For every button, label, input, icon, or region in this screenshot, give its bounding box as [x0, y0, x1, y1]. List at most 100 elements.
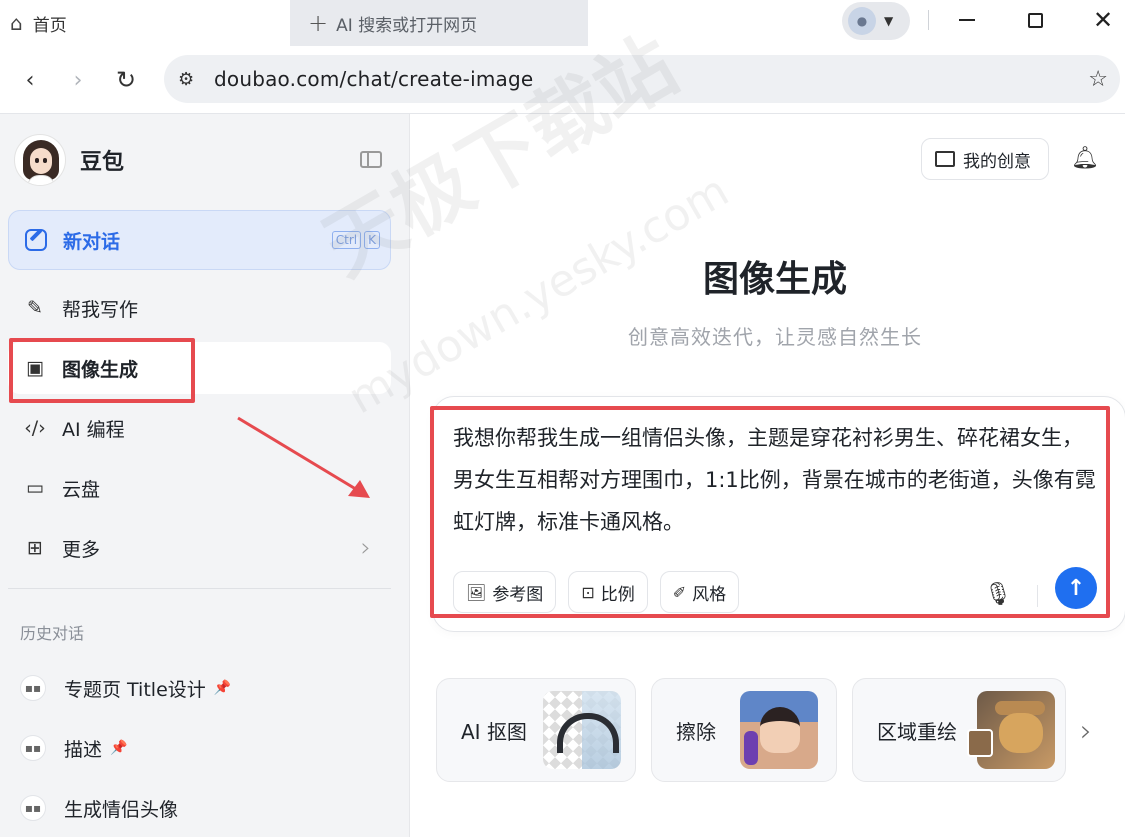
- sidebar-item-cloud-drive[interactable]: ▭ 云盘: [8, 462, 391, 514]
- feature-card-label: 擦除: [676, 719, 716, 744]
- image-add-icon: 🖼︎: [466, 582, 487, 602]
- pen-sparkle-icon: ✎: [27, 297, 43, 319]
- sidebar-item-label: 帮我写作: [62, 298, 139, 321]
- brand-name: 豆包: [80, 150, 125, 175]
- my-creations-button[interactable]: 我的创意: [921, 138, 1049, 180]
- home-icon: ⌂: [10, 11, 23, 35]
- arrow-left-icon: ‹: [25, 67, 35, 93]
- send-separator: [1037, 585, 1038, 607]
- headphones-thumbnail: [543, 691, 621, 769]
- composer-tools: 🖼︎ 参考图 ⊡ 比例 ✐ 风格: [453, 571, 740, 613]
- feature-card-erase[interactable]: 擦除: [651, 678, 837, 782]
- pin-icon: 📌: [213, 680, 232, 696]
- shortcut-key-ctrl: Ctrl: [331, 231, 362, 249]
- tab-home[interactable]: ⌂ 首页: [0, 0, 290, 46]
- sidebar-divider: [8, 588, 391, 589]
- mini-thumbnail: [967, 729, 993, 757]
- arrow-right-icon: ›: [73, 67, 83, 93]
- history-item[interactable]: ▪▪ 描述 📌: [20, 728, 127, 768]
- chevron-right-icon[interactable]: ›: [1080, 714, 1092, 749]
- send-button[interactable]: ↑: [1055, 567, 1097, 609]
- maximize-button[interactable]: [1012, 0, 1058, 40]
- profile-avatar-icon: ●: [848, 7, 876, 35]
- url-field[interactable]: ⚙ doubao.com/chat/create-image ☆: [164, 55, 1120, 103]
- arrow-up-icon: ↑: [1066, 575, 1086, 601]
- chat-bubble-icon: ▪▪: [20, 735, 46, 761]
- new-chat-label: 新对话: [63, 230, 121, 253]
- microphone-icon[interactable]: 🎙︎: [984, 579, 1012, 609]
- tool-label: 比例: [600, 584, 635, 605]
- plus-icon: +: [308, 9, 329, 37]
- forward-button[interactable]: ›: [62, 64, 94, 96]
- url-text: doubao.com/chat/create-image: [214, 67, 534, 91]
- site-settings-icon[interactable]: ⚙: [178, 69, 198, 90]
- page-subtitle: 创意高效迭代，让灵感自然生长: [628, 325, 922, 349]
- chat-bubble-icon: ▪▪: [20, 795, 46, 821]
- sidebar-item-more[interactable]: ⊞ 更多 ›: [8, 522, 391, 574]
- aspect-ratio-icon: ⊡: [581, 582, 595, 602]
- history-item-label: 生成情侣头像: [64, 798, 179, 821]
- feature-card-region-repaint[interactable]: 区域重绘: [852, 678, 1066, 782]
- history-item-label: 专题页 Title设计: [64, 678, 206, 701]
- tab-home-label: 首页: [32, 15, 67, 36]
- tool-label: 风格: [692, 584, 727, 605]
- history-item[interactable]: ▪▪ 专题页 Title设计 📌: [20, 668, 231, 708]
- cloud-folder-icon: ▭: [26, 477, 44, 499]
- pin-icon: 📌: [110, 740, 128, 756]
- my-creations-label: 我的创意: [963, 151, 1031, 172]
- sidebar-item-label: AI 编程: [62, 418, 125, 441]
- tab-new-label: AI 搜索或打开网页: [336, 15, 478, 36]
- feature-card-label: AI 抠图: [461, 719, 527, 744]
- page-title: 图像生成: [702, 259, 847, 300]
- close-icon: ✕: [1092, 6, 1114, 34]
- sidebar-collapse-icon[interactable]: [360, 151, 382, 168]
- new-chat-button[interactable]: 新对话 Ctrl K: [8, 210, 391, 270]
- history-item[interactable]: ▪▪ 生成情侣头像: [20, 788, 178, 828]
- reload-button[interactable]: ↻: [110, 64, 142, 96]
- brand-avatar: [14, 134, 66, 186]
- address-bar-row: ‹ › ↻ ⚙ doubao.com/chat/create-image ☆: [0, 46, 1125, 114]
- prompt-composer[interactable]: 我想你帮我生成一组情侣头像，主题是穿花衬衫男生、碎花裙女生，男女生互相帮对方理围…: [432, 396, 1125, 632]
- style-button[interactable]: ✐ 风格: [659, 571, 740, 613]
- chevron-right-icon: ›: [360, 533, 371, 563]
- reference-image-button[interactable]: 🖼︎ 参考图: [453, 571, 557, 613]
- feature-card-ai-matting[interactable]: AI 抠图: [436, 678, 636, 782]
- minimize-button[interactable]: [944, 0, 990, 40]
- child-photo-thumbnail: [740, 691, 818, 769]
- brush-icon: ✐: [672, 582, 687, 602]
- profile-button[interactable]: ● ▼: [842, 2, 910, 40]
- minimize-icon: [959, 19, 975, 21]
- back-button[interactable]: ‹: [14, 64, 46, 96]
- caret-down-icon: ▼: [884, 14, 894, 28]
- grid-plus-icon: ⊞: [27, 537, 43, 559]
- reload-icon: ↻: [115, 66, 137, 94]
- bookmark-star-icon[interactable]: ☆: [1088, 67, 1108, 92]
- history-title: 历史对话: [20, 624, 85, 643]
- shortcut-hint: Ctrl K: [331, 231, 380, 249]
- folder-icon: [935, 151, 955, 167]
- sidebar-item-label: 图像生成: [62, 358, 139, 381]
- main-content: 我的创意 🔔︎ 图像生成 创意高效迭代，让灵感自然生长 我想你帮我生成一组情侣头…: [410, 114, 1125, 837]
- code-icon: ‹/›: [24, 417, 46, 439]
- edit-icon: [25, 229, 47, 251]
- history-item-label: 描述: [64, 738, 103, 761]
- tool-label: 参考图: [492, 584, 544, 605]
- image-sparkle-icon: ▣: [26, 357, 44, 379]
- shortcut-key-k: K: [364, 231, 380, 249]
- bell-icon[interactable]: 🔔︎: [1071, 144, 1099, 172]
- feature-card-label: 区域重绘: [877, 719, 957, 744]
- maximize-icon: [1027, 12, 1043, 28]
- sidebar: 豆包 新对话 Ctrl K ✎ 帮我写作 ▣ 图像生成 ‹/› AI 编程 ▭ …: [0, 114, 410, 837]
- sidebar-item-ai-coding[interactable]: ‹/› AI 编程: [8, 402, 391, 454]
- sidebar-item-label: 云盘: [62, 478, 101, 501]
- sidebar-item-writing[interactable]: ✎ 帮我写作: [8, 282, 391, 334]
- close-window-button[interactable]: ✕: [1080, 0, 1125, 40]
- brand[interactable]: 豆包: [14, 134, 124, 186]
- aspect-ratio-button[interactable]: ⊡ 比例: [568, 571, 648, 613]
- tab-separator: [928, 10, 929, 30]
- sidebar-item-image-generation[interactable]: ▣ 图像生成: [8, 342, 391, 394]
- prompt-input[interactable]: 我想你帮我生成一组情侣头像，主题是穿花衬衫男生、碎花裙女生，男女生互相帮对方理围…: [453, 417, 1103, 543]
- tab-new[interactable]: + AI 搜索或打开网页: [290, 0, 588, 46]
- chat-bubble-icon: ▪▪: [20, 675, 46, 701]
- sidebar-item-label: 更多: [62, 538, 101, 561]
